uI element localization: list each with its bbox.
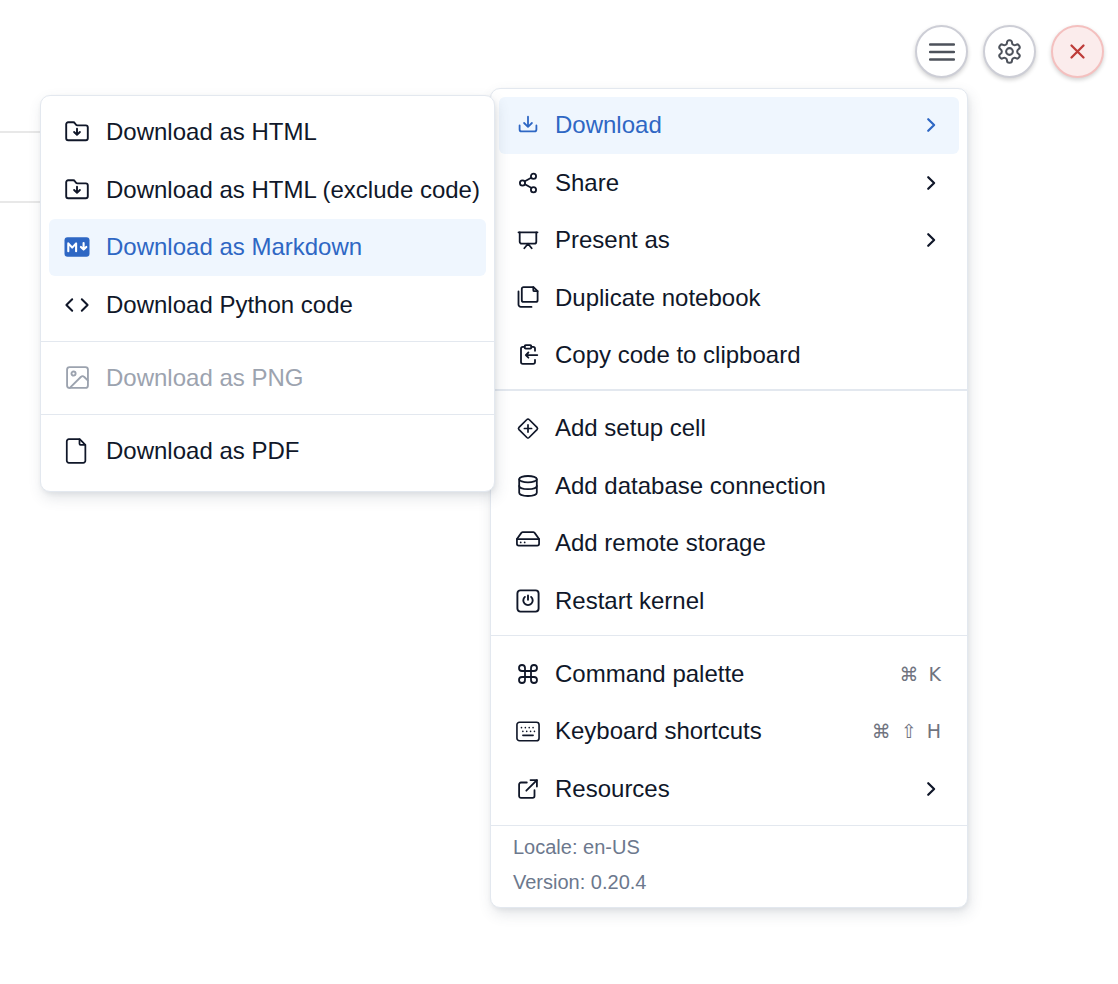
duplicate-files-icon: [516, 286, 540, 310]
menu-item-add-setup-cell[interactable]: Add setup cell: [499, 400, 959, 457]
menu-item-label: Download as PNG: [106, 364, 303, 392]
menu-item-label: Share: [555, 169, 619, 197]
menu-item-label: Add remote storage: [555, 529, 766, 557]
menu-item-keyboard-shortcuts[interactable]: Keyboard shortcuts ⌘⇧H: [499, 703, 959, 760]
code-icon: [64, 293, 90, 317]
download-icon: [516, 113, 540, 137]
menu-item-label: Download: [555, 111, 662, 139]
menu-item-label: Download as HTML: [106, 118, 317, 146]
menu-item-duplicate-notebook[interactable]: Duplicate notebook: [499, 270, 959, 327]
file-icon: [64, 439, 90, 463]
menu-item-label: Duplicate notebook: [555, 284, 760, 312]
menu-item-download[interactable]: Download: [499, 97, 959, 154]
menu-item-label: Restart kernel: [555, 587, 704, 615]
menu-footer-version: Version: 0.20.4: [491, 865, 967, 900]
image-icon: [64, 366, 90, 390]
submenu-chevron-icon: [921, 230, 941, 250]
menu-item-label: Command palette: [555, 660, 744, 688]
download-submenu: Download as HTML Download as HTML (exclu…: [40, 95, 495, 492]
menu-item-add-database-connection[interactable]: Add database connection: [499, 458, 959, 515]
menu-item-label: Resources: [555, 775, 670, 803]
menu-separator: [41, 341, 494, 343]
menu-item-download-html-exclude-code[interactable]: Download as HTML (exclude code): [49, 162, 486, 219]
power-square-icon: [516, 589, 540, 613]
command-icon: [516, 662, 540, 686]
submenu-chevron-icon: [921, 173, 941, 193]
keyboard-icon: [516, 719, 540, 743]
menu-item-label: Copy code to clipboard: [555, 341, 800, 369]
menu-footer-locale: Locale: en-US: [491, 830, 967, 865]
notebook-actions-menu: Download Share Present as Duplicate note…: [490, 88, 968, 908]
menu-item-download-html[interactable]: Download as HTML: [49, 104, 486, 161]
menu-item-label: Keyboard shortcuts: [555, 717, 762, 745]
menu-item-download-png[interactable]: Download as PNG: [49, 350, 486, 407]
presentation-icon: [516, 228, 540, 252]
menu-item-label: Download Python code: [106, 291, 353, 319]
menu-item-download-python-code[interactable]: Download Python code: [49, 277, 486, 334]
page-cell-border-bottom: [0, 201, 40, 203]
menu-item-share[interactable]: Share: [499, 155, 959, 212]
menu-item-label: Add database connection: [555, 472, 826, 500]
external-link-icon: [516, 777, 540, 801]
close-x-icon: [1066, 40, 1089, 63]
menu-item-label: Download as PDF: [106, 437, 299, 465]
markdown-download-icon: [64, 235, 90, 259]
menu-item-resources[interactable]: Resources: [499, 761, 959, 818]
menu-item-command-palette[interactable]: Command palette ⌘K: [499, 646, 959, 703]
menu-item-copy-code[interactable]: Copy code to clipboard: [499, 327, 959, 384]
database-icon: [516, 474, 540, 498]
submenu-chevron-icon: [921, 115, 941, 135]
shortcut-command-shift-h: ⌘⇧H: [872, 720, 941, 742]
folder-download-icon: [64, 178, 90, 202]
menu-item-restart-kernel[interactable]: Restart kernel: [499, 573, 959, 630]
menu-item-add-remote-storage[interactable]: Add remote storage: [499, 515, 959, 572]
folder-download-icon: [64, 120, 90, 144]
menu-item-download-pdf[interactable]: Download as PDF: [49, 423, 486, 480]
menu-item-label: Download as HTML (exclude code): [106, 176, 480, 204]
menu-item-label: Add setup cell: [555, 414, 706, 442]
menu-item-label: Present as: [555, 226, 670, 254]
menu-separator: [491, 389, 967, 391]
menu-item-label: Download as Markdown: [106, 233, 362, 261]
close-button[interactable]: [1051, 25, 1104, 78]
menu-item-download-markdown[interactable]: Download as Markdown: [49, 219, 486, 276]
share-icon: [516, 171, 540, 195]
notebook-menu-button[interactable]: [915, 25, 968, 78]
clipboard-copy-icon: [516, 343, 540, 367]
settings-button[interactable]: [983, 25, 1036, 78]
shortcut-command-k: ⌘K: [900, 663, 941, 685]
settings-gear-icon: [996, 38, 1023, 65]
menu-separator: [41, 414, 494, 416]
hamburger-menu-icon: [929, 39, 955, 65]
page-cell-border-top: [0, 131, 40, 133]
menu-separator: [491, 825, 967, 827]
hard-drive-icon: [516, 531, 540, 555]
submenu-chevron-icon: [921, 779, 941, 799]
menu-item-present-as[interactable]: Present as: [499, 212, 959, 269]
menu-separator: [491, 635, 967, 637]
diamond-plus-icon: [516, 416, 540, 440]
